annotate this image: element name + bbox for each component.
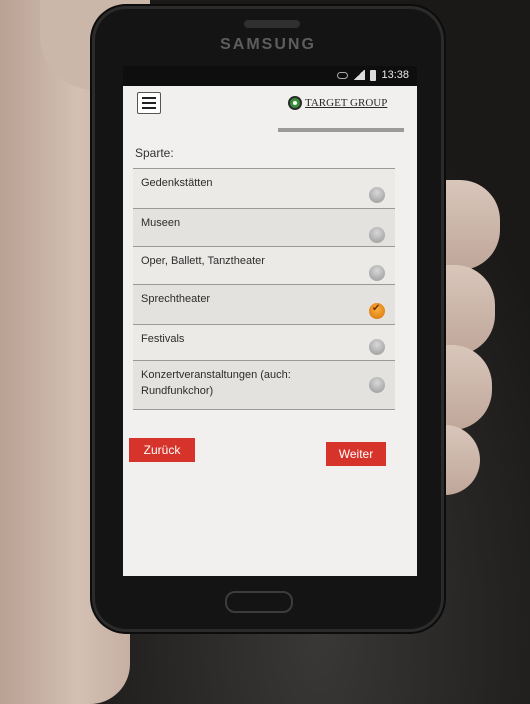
status-icons: 13:38: [337, 69, 409, 81]
hamburger-icon: [142, 97, 156, 99]
option-festivals[interactable]: Festivals: [133, 324, 395, 361]
battery-icon: [370, 69, 377, 81]
screen: 13:38 TARGET GROUP Sparte: Gedenkstätten…: [123, 66, 417, 576]
option-sprechtheater[interactable]: Sprechtheater: [133, 284, 395, 325]
next-button[interactable]: Weiter: [326, 442, 386, 466]
status-time: 13:38: [381, 69, 409, 81]
section-label: Sparte:: [135, 146, 174, 160]
option-label: Festivals: [141, 333, 185, 345]
radio-button[interactable]: [369, 339, 385, 355]
status-bar: 13:38: [123, 66, 417, 86]
logo: TARGET GROUP: [288, 96, 387, 110]
option-konzertveranstaltungen[interactable]: Konzertveranstaltungen (auch: Rundfunkch…: [133, 360, 395, 410]
location-pin-icon: [288, 96, 302, 110]
earpiece: [244, 20, 300, 28]
radio-button[interactable]: [369, 265, 385, 281]
eye-icon: [337, 71, 349, 79]
app-bar: TARGET GROUP: [123, 86, 417, 140]
option-label: Sprechtheater: [141, 293, 211, 305]
home-button[interactable]: [225, 591, 293, 613]
option-oper-ballett[interactable]: Oper, Ballett, Tanztheater: [133, 246, 395, 285]
radio-button[interactable]: [369, 187, 385, 203]
radio-button[interactable]: [369, 227, 385, 243]
hamburger-icon: [142, 107, 156, 109]
menu-button[interactable]: [137, 92, 161, 114]
hamburger-icon: [142, 102, 156, 104]
signal-icon: [353, 70, 366, 80]
option-label: Museen: [141, 217, 181, 229]
option-gedenkstaetten[interactable]: Gedenkstätten: [133, 168, 395, 209]
option-label: Gedenkstätten: [141, 177, 213, 189]
option-museen[interactable]: Museen: [133, 208, 395, 247]
option-label: Konzertveranstaltungen (auch: Rundfunkch…: [141, 369, 291, 397]
progress-bar: [278, 128, 404, 132]
option-label: Oper, Ballett, Tanztheater: [141, 255, 265, 267]
logo-text: TARGET GROUP: [305, 97, 388, 109]
device-brand: SAMSUNG: [220, 36, 316, 53]
radio-button-selected[interactable]: [369, 303, 385, 319]
radio-button[interactable]: [369, 377, 385, 393]
back-button[interactable]: Zurück: [129, 438, 195, 462]
